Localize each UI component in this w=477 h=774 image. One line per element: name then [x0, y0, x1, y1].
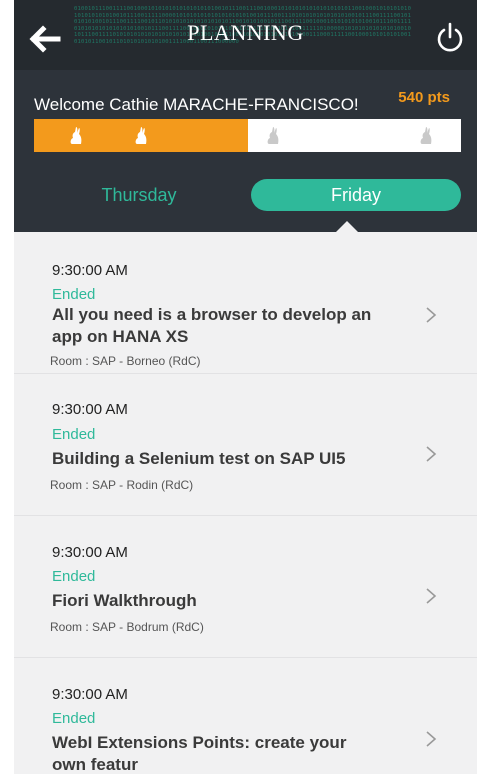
welcome-panel: Welcome Cathie MARACHE-FRANCISCO! 540 pt…: [14, 70, 477, 232]
chevron-right-icon: [426, 588, 437, 604]
session-title: Fiori Walkthrough: [52, 591, 197, 610]
session-time: 9:30:00 AM: [52, 544, 128, 561]
session-room: Room : SAP - Rodin (RdC): [50, 478, 194, 492]
session-title: All you need is a browser to develop an …: [52, 305, 372, 346]
session-status: Ended: [52, 710, 96, 727]
header-bar: 0100101110011110010001010101010101010101…: [14, 0, 477, 70]
welcome-message: Welcome Cathie MARACHE-FRANCISCO!: [34, 95, 359, 114]
session-list: 9:30:00 AM Ended All you need is a brows…: [14, 232, 477, 774]
session-item[interactable]: 9:30:00 AM Ended WebI Extensions Points:…: [14, 658, 477, 774]
session-room: Room : SAP - Borneo (RdC): [50, 354, 201, 368]
points-badge: 540 pts: [398, 89, 450, 106]
session-time: 9:30:00 AM: [52, 262, 128, 279]
rabbit-icon: [267, 127, 279, 144]
session-title: Building a Selenium test on SAP UI5: [52, 449, 346, 468]
page-title: PLANNING: [187, 20, 304, 45]
rabbit-icon: [420, 127, 432, 144]
day-tabs: Thursday Friday: [34, 179, 461, 211]
session-status: Ended: [52, 286, 96, 303]
app-screen: 0100101110011110010001010101010101010101…: [14, 0, 477, 774]
chevron-right-icon: [426, 307, 437, 323]
power-icon: [437, 22, 463, 52]
session-time: 9:30:00 AM: [52, 686, 128, 703]
tab-friday[interactable]: Friday: [251, 179, 461, 211]
rabbit-icon: [135, 127, 147, 144]
logout-button[interactable]: [433, 20, 467, 54]
rabbit-icon: [70, 127, 82, 144]
chevron-right-icon: [426, 731, 437, 747]
session-status: Ended: [52, 568, 96, 585]
session-room: Room : SAP - Bodrum (RdC): [50, 620, 204, 634]
session-status: Ended: [52, 426, 96, 443]
tab-thursday[interactable]: Thursday: [34, 179, 244, 211]
points-progress-bar: [34, 119, 461, 152]
session-item[interactable]: 9:30:00 AM Ended Fiori Walkthrough Room …: [14, 516, 477, 658]
chevron-right-icon: [426, 446, 437, 462]
session-title: WebI Extensions Points: create your own …: [52, 733, 347, 774]
session-time: 9:30:00 AM: [52, 401, 128, 418]
session-item[interactable]: 9:30:00 AM Ended All you need is a brows…: [14, 232, 477, 374]
session-item[interactable]: 9:30:00 AM Ended Building a Selenium tes…: [14, 374, 477, 516]
active-tab-pointer: [336, 221, 358, 232]
